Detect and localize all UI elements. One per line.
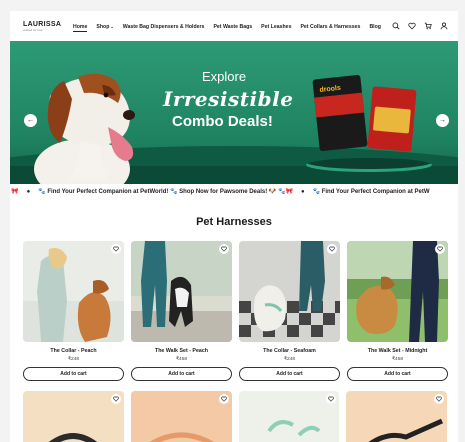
heart-icon (112, 396, 119, 402)
wishlist-button[interactable] (110, 394, 121, 404)
pack-band (314, 92, 365, 118)
product-pack-drools: drools (312, 74, 368, 152)
ticker-prefix: 🐾 🎀 (10, 189, 19, 195)
product-image[interactable] (23, 391, 124, 442)
wishlist-button[interactable] (219, 244, 229, 254)
add-to-cart-button[interactable]: Add to cart (239, 367, 340, 381)
add-to-cart-button[interactable]: Add to cart (131, 367, 232, 381)
product-image[interactable] (238, 391, 340, 442)
nav-blog[interactable]: Blog (369, 24, 381, 30)
banner-subheadline: Combo Deals! (172, 113, 273, 130)
product-name[interactable]: The Collar - Peach (23, 348, 124, 354)
heart-icon (437, 246, 443, 252)
nav-collars-harnesses[interactable]: Pet Collars & Harnesses (300, 24, 360, 30)
product-photo (346, 391, 447, 442)
product-photo (238, 391, 340, 442)
chevron-down-icon: ⌄ (110, 24, 114, 29)
banner-headline: Irresistible (163, 87, 294, 111)
product-card: The Walk Set - Midnight ₹458 Add to cart (347, 241, 448, 381)
banner-explore-text: Explore (202, 69, 247, 84)
heart-icon (221, 246, 227, 252)
product-price: ₹458 (391, 357, 404, 362)
ticker-message: 🐾 Find Your Perfect Companion at PetW (312, 189, 430, 195)
product-grid: The Collar - Peach ₹248 Add to cart The (23, 241, 448, 381)
page-frame: LAURISSA crafted for love Home Shop⌄ Was… (10, 11, 458, 442)
product-photo (23, 391, 124, 442)
nav-pet-leashes[interactable]: Pet Leashes (261, 24, 291, 30)
logo-tagline: crafted for love (23, 28, 43, 32)
product-podium (306, 158, 432, 172)
pack-label: drools (319, 84, 342, 94)
product-price: ₹458 (175, 357, 188, 362)
wishlist-button[interactable] (218, 394, 229, 404)
heart-icon (220, 396, 227, 402)
product-name[interactable]: The Walk Set - Midnight (347, 348, 448, 354)
site-header: LAURISSA crafted for love Home Shop⌄ Was… (10, 11, 458, 41)
pack-band (372, 106, 411, 134)
arrow-right-icon: → (439, 117, 446, 124)
product-card: The Collar - Peach ₹248 Add to cart (23, 241, 124, 381)
section-title: Pet Harnesses (196, 216, 272, 228)
user-icon[interactable] (440, 22, 448, 30)
heart-icon (436, 396, 442, 402)
ticker-dot: ● (26, 189, 31, 195)
nav-home[interactable]: Home (73, 24, 88, 32)
product-grid-next-row (23, 391, 447, 442)
product-name[interactable]: The Walk Set - Peach (131, 348, 232, 354)
product-photo (23, 241, 124, 342)
cart-icon[interactable] (424, 22, 432, 30)
hero-banner[interactable]: Explore Irresistible Combo Deals! drools… (10, 41, 458, 184)
product-photo (130, 391, 232, 442)
product-price: ₹248 (283, 357, 296, 362)
product-photo (239, 241, 340, 342)
product-pack-red (367, 86, 417, 152)
logo-title: LAURISSA (23, 21, 62, 28)
search-icon[interactable] (392, 22, 400, 30)
logo[interactable]: LAURISSA crafted for love (23, 21, 61, 32)
wishlist-button[interactable] (111, 244, 121, 254)
product-card: The Walk Set - Peach ₹458 Add to cart (131, 241, 232, 381)
product-image[interactable] (23, 241, 124, 342)
main-nav: Home Shop⌄ Waste Bag Dispensers & Holder… (73, 24, 381, 32)
heart-icon[interactable] (408, 22, 416, 30)
add-to-cart-button[interactable]: Add to cart (23, 367, 124, 381)
ticker-message: 🐾 Find Your Perfect Companion at PetWorl… (38, 189, 293, 195)
nav-waste-bag-dispensers[interactable]: Waste Bag Dispensers & Holders (123, 24, 205, 30)
product-photo (131, 241, 232, 342)
product-price: ₹248 (67, 357, 80, 362)
product-photo (347, 241, 448, 342)
heart-icon (329, 246, 335, 252)
nav-pet-waste-bags[interactable]: Pet Waste Bags (213, 24, 252, 30)
wishlist-button[interactable] (434, 394, 444, 404)
wishlist-button[interactable] (435, 244, 445, 254)
product-image[interactable] (239, 241, 340, 342)
nav-shop[interactable]: Shop⌄ (96, 24, 113, 30)
heart-icon (328, 396, 335, 402)
heart-icon (113, 246, 119, 252)
dog-image (34, 73, 135, 184)
announcement-ticker: 🐾 🎀 ● 🐾 Find Your Perfect Companion at P… (10, 184, 458, 200)
product-image[interactable] (131, 241, 232, 342)
product-name[interactable]: The Collar - Seafoam (239, 348, 340, 354)
carousel-prev-button[interactable]: ← (24, 114, 37, 127)
nav-shop-label: Shop (96, 24, 110, 30)
arrow-left-icon: ← (27, 117, 34, 124)
product-image[interactable] (130, 391, 232, 442)
add-to-cart-button[interactable]: Add to cart (347, 367, 448, 381)
carousel-next-button[interactable]: → (436, 114, 449, 127)
header-icons (392, 22, 448, 30)
ticker-dot: ● (300, 189, 305, 195)
product-image[interactable] (346, 391, 447, 442)
product-card: The Collar - Seafoam ₹248 Add to cart (239, 241, 340, 381)
product-image[interactable] (347, 241, 448, 342)
wishlist-button[interactable] (327, 244, 337, 254)
